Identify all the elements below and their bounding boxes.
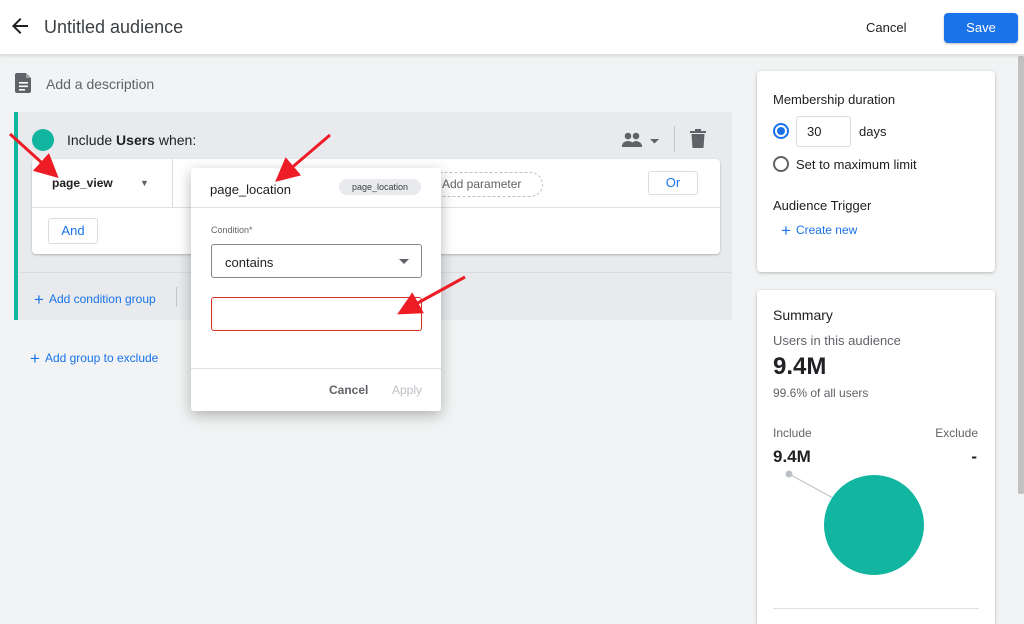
plus-icon: + [781, 221, 791, 240]
users-value: 9.4M [773, 353, 827, 380]
include-pie-chart [757, 450, 995, 590]
audience-trigger-title: Audience Trigger [773, 198, 872, 213]
add-parameter-button[interactable]: Add parameter [427, 172, 543, 197]
days-label: days [859, 124, 887, 139]
and-button[interactable]: And [48, 218, 98, 244]
dropdown-caret-icon [399, 259, 409, 264]
divider [172, 159, 173, 207]
max-limit-radio[interactable] [773, 156, 789, 172]
trash-icon[interactable] [690, 129, 706, 148]
include-pie-slice [824, 475, 924, 575]
condition-select-value: contains [225, 255, 274, 270]
divider [773, 608, 979, 609]
membership-card: Membership duration 30 days Set to maxim… [757, 71, 995, 272]
or-button[interactable]: Or [648, 171, 698, 195]
document-icon [15, 73, 33, 93]
popup-cancel-button[interactable]: Cancel [329, 383, 368, 397]
parameter-popup: page_location page_location Condition* c… [191, 168, 441, 411]
percent-of-users: 99.6% of all users [773, 386, 869, 400]
plus-icon: + [34, 290, 44, 309]
include-dot-icon [32, 129, 54, 151]
save-button[interactable]: Save [944, 13, 1018, 43]
parameter-chip: page_location [339, 179, 421, 195]
divider [176, 287, 177, 307]
pie-leader-line [788, 473, 834, 499]
popup-apply-button[interactable]: Apply [392, 383, 422, 397]
popup-title: page_location [210, 182, 291, 197]
description-input[interactable]: Add a description [46, 76, 154, 92]
create-new-button[interactable]: + Create new [781, 221, 857, 241]
condition-select[interactable]: contains [211, 244, 422, 278]
divider [191, 207, 441, 208]
value-input[interactable] [211, 297, 422, 331]
add-group-to-exclude-button[interactable]: + Add group to exclude [30, 349, 158, 369]
max-limit-label[interactable]: Set to maximum limit [796, 157, 917, 172]
condition-label: Condition* [211, 225, 253, 235]
event-select[interactable]: page_view [52, 176, 113, 190]
top-bar: Untitled audience Cancel Save [0, 0, 1024, 55]
pie-leader-dot [785, 470, 793, 478]
include-label: Include [773, 426, 812, 440]
group-title: Include Users when: [67, 132, 197, 148]
scroll-thumb[interactable] [1018, 56, 1024, 494]
people-icon[interactable] [622, 131, 660, 149]
exclude-label: Exclude [935, 426, 978, 440]
days-input[interactable]: 30 [796, 116, 851, 147]
plus-icon: + [30, 349, 40, 368]
users-label: Users in this audience [773, 333, 901, 348]
membership-title: Membership duration [773, 92, 896, 107]
back-arrow-icon[interactable] [8, 14, 32, 38]
cancel-button[interactable]: Cancel [866, 20, 906, 35]
scrollbar[interactable] [1017, 56, 1024, 624]
audience-title[interactable]: Untitled audience [44, 17, 183, 38]
add-condition-group-button[interactable]: + Add condition group [34, 290, 156, 310]
divider [674, 126, 675, 152]
divider [191, 368, 441, 369]
summary-title: Summary [773, 307, 833, 323]
chevron-down-icon[interactable]: ▼ [140, 178, 149, 188]
days-radio[interactable] [773, 123, 789, 139]
